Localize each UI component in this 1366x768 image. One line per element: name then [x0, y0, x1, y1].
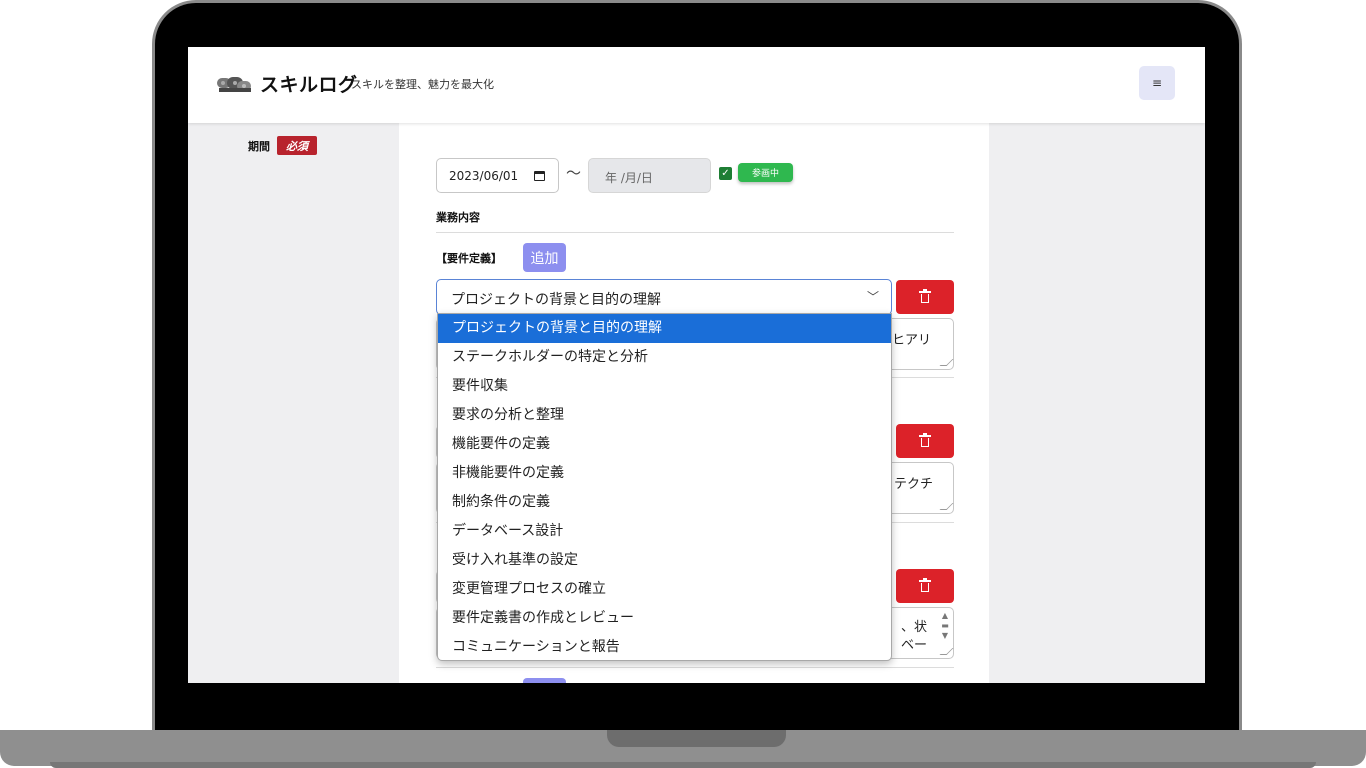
dropdown-option[interactable]: 要件収集 — [438, 372, 891, 401]
section-label-requirements: 【要件定義】 — [436, 252, 502, 265]
delete-button[interactable] — [896, 569, 954, 603]
ongoing-checkbox[interactable]: ✓ — [719, 167, 732, 180]
app-title[interactable]: スキルログ — [260, 70, 358, 97]
dropdown-option[interactable]: 要求の分析と整理 — [438, 401, 891, 430]
divider — [436, 667, 954, 668]
dropdown-option[interactable]: 受け入れ基準の設定 — [438, 546, 891, 575]
ongoing-badge: 参画中 — [738, 163, 793, 182]
chevron-down-icon: ﹀ — [867, 290, 880, 304]
calendar-icon[interactable] — [534, 171, 545, 181]
textarea-text: テクチ — [893, 477, 933, 492]
start-date-value: 2023/06/01 — [449, 169, 519, 183]
delete-button[interactable] — [896, 280, 954, 314]
task-select[interactable]: プロジェクトの背景と目的の理解 ﹀ — [436, 279, 892, 315]
dropdown-option[interactable]: 非機能要件の定義 — [438, 459, 891, 488]
hamburger-icon: ≡ — [1151, 76, 1163, 90]
range-separator: 〜 — [566, 164, 582, 182]
end-date-placeholder: 年 /月/日 — [605, 171, 653, 185]
textarea-text: 、状 — [900, 620, 927, 635]
end-date-input[interactable]: 年 /月/日 — [588, 158, 711, 193]
task-dropdown-list[interactable]: プロジェクトの背景と目的の理解 ステークホルダーの特定と分析 要件収集 要求の分析と整… — [437, 313, 892, 661]
dropdown-option[interactable]: 制約条件の定義 — [438, 488, 891, 517]
period-label: 期間 — [248, 140, 270, 153]
dropdown-option[interactable]: コミュニケーションと報告 — [438, 633, 891, 662]
logo-icon — [217, 77, 251, 92]
required-badge: 必須 — [277, 136, 317, 155]
laptop-notch — [607, 730, 786, 747]
menu-button[interactable]: ≡ — [1139, 66, 1175, 100]
trash-icon — [919, 289, 931, 304]
dropdown-option[interactable]: 変更管理プロセスの確立 — [438, 575, 891, 604]
trash-icon — [919, 433, 931, 448]
task-select-value: プロジェクトの背景と目的の理解 — [451, 292, 661, 308]
delete-button[interactable] — [896, 424, 954, 458]
textarea-scrollbar[interactable]: ▲ ▬ ▼ — [939, 611, 951, 649]
resize-grip[interactable] — [939, 648, 954, 655]
dropdown-option[interactable]: 機能要件の定義 — [438, 430, 891, 459]
dropdown-option[interactable]: ステークホルダーの特定と分析 — [438, 343, 891, 372]
laptop-base-edge — [50, 762, 1316, 768]
start-date-input[interactable]: 2023/06/01 — [436, 158, 559, 193]
dropdown-option[interactable]: 要件定義書の作成とレビュー — [438, 604, 891, 633]
trash-icon — [919, 578, 931, 593]
dropdown-option[interactable]: データベース設計 — [438, 517, 891, 546]
business-label: 業務内容 — [436, 211, 480, 224]
app-header: スキルログ スキルを整理、魅力を最大化 ≡ — [188, 47, 1205, 123]
dropdown-option[interactable]: プロジェクトの背景と目的の理解 — [438, 314, 891, 343]
resize-grip[interactable] — [939, 359, 954, 366]
resize-grip[interactable] — [939, 503, 954, 510]
app-subtitle: スキルを整理、魅力を最大化 — [351, 78, 494, 91]
divider — [436, 232, 954, 233]
add-button[interactable]: 追加 — [523, 243, 566, 272]
textarea-text: ベー — [900, 638, 927, 653]
add-button-partial[interactable] — [523, 678, 566, 683]
